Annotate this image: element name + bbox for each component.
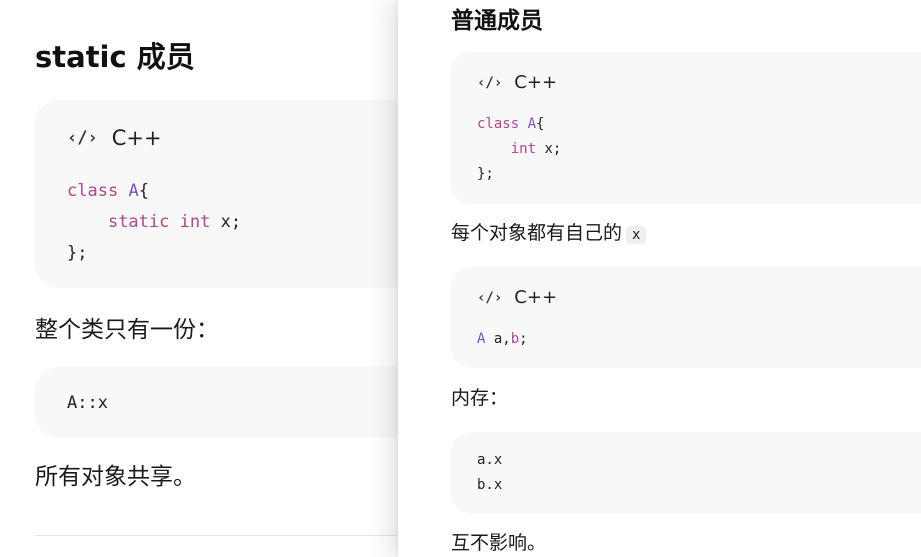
code-block-static-class: ‹/› C++ class A{ static int x; }; [35, 100, 415, 288]
code-language-label: C++ [514, 287, 558, 308]
code-block-members: a.x b.x [451, 432, 921, 513]
right-document-panel: 普通成员 ‹/› C++ class A{ int x; }; 每个对象都有自己… [398, 0, 921, 557]
code-icon: ‹/› [477, 289, 503, 306]
static-member-heading: static 成员 [35, 40, 195, 74]
code-line-1: class A{ [67, 181, 149, 201]
paragraph-memory: 内存： [451, 387, 509, 409]
code-icon: ‹/› [477, 74, 503, 91]
code-language-label: C++ [514, 72, 558, 93]
code-line-2: b.x [477, 477, 503, 493]
code-line-1: class A{ [477, 116, 545, 132]
paragraph-shared: 所有对象共享。 [35, 464, 196, 490]
code-line-3: }; [477, 166, 494, 182]
code-block-header: ‹/› C++ [67, 126, 162, 150]
code-line-1: a.x [477, 452, 503, 468]
code-block-objects: ‹/› C++ A a,b; [451, 267, 921, 368]
normal-member-heading: 普通成员 [451, 8, 543, 34]
code-line-2: int x; [510, 141, 562, 157]
inline-code-x: x [626, 226, 647, 244]
code-block-header: ‹/› C++ [477, 287, 557, 308]
code-icon: ‹/› [67, 128, 98, 148]
paragraph-independent: 互不影响。 [451, 532, 547, 554]
code-block-header: ‹/› C++ [477, 72, 557, 93]
paragraph-one-copy: 整个类只有一份： [35, 317, 219, 343]
code-line-2: static int x; [107, 212, 242, 232]
code-block-scope-access: A::x [35, 367, 415, 437]
code-language-label: C++ [111, 126, 162, 150]
code-line-3: }; [67, 243, 88, 263]
divider [35, 535, 398, 536]
code-block-normal-class: ‹/› C++ class A{ int x; }; [451, 52, 921, 204]
paragraph-each-object: 每个对象都有自己的 x [451, 218, 647, 245]
code-line: A::x [67, 393, 108, 413]
code-line-1: A a,b; [477, 331, 528, 347]
